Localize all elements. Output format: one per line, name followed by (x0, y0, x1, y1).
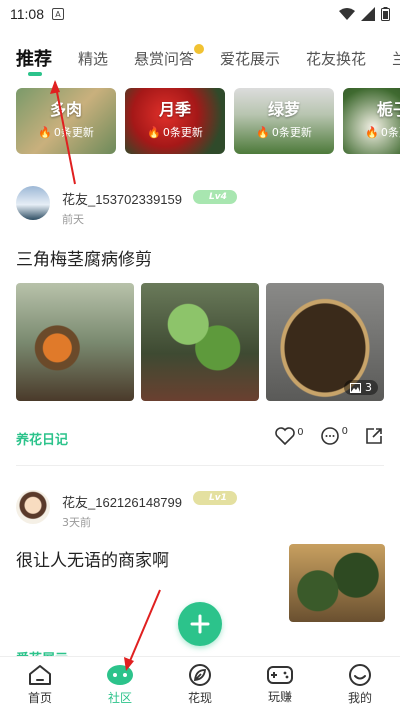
nav-home[interactable]: 首页 (0, 657, 80, 712)
post-username[interactable]: 花友_162126148799 (62, 492, 182, 511)
bottom-nav: 首页 社区 花现 玩赚 我的 (0, 656, 400, 712)
post-title[interactable]: 很让人无语的商家啊 (16, 546, 169, 571)
share-button[interactable] (364, 426, 384, 446)
tab-bounty-qa[interactable]: 悬赏问答 (134, 43, 205, 69)
fire-icon: 🔥 (256, 126, 270, 139)
topic-cards: 多肉 🔥0条更新 月季 🔥0条更新 绿萝 🔥0条更新 栀子 🔥0条更新 (16, 88, 400, 154)
category-tabs: 推荐 精选 悬赏问答 爱花展示 花友换花 兰 (0, 38, 400, 78)
community-icon (107, 665, 133, 685)
share-icon (366, 428, 382, 444)
create-post-button[interactable] (178, 602, 222, 646)
nav-community[interactable]: 社区 (80, 657, 160, 712)
tab-flower-show[interactable]: 爱花展示 (220, 48, 280, 69)
nav-label: 我的 (347, 691, 372, 705)
post-tag[interactable]: 养花日记 (16, 429, 68, 448)
comment-button[interactable]: 0 (320, 426, 348, 446)
post-photo[interactable] (141, 283, 259, 401)
notification-badge: A (52, 8, 64, 20)
level-badge: Lv1 (193, 491, 237, 505)
new-dot (194, 43, 205, 54)
post-card[interactable]: 花友_153702339159 Lv4 前天 三角梅茎腐病修剪 3 养花日记 0… (0, 180, 400, 470)
status-bar: 11:08 A (0, 0, 400, 28)
post-username[interactable]: 花友_153702339159 (62, 189, 182, 208)
nav-label: 社区 (107, 691, 132, 705)
nav-earn[interactable]: 玩赚 (240, 657, 320, 712)
level-badge: Lv4 (193, 190, 237, 204)
topic-card-rose[interactable]: 月季 🔥 0条更新 (125, 88, 225, 154)
status-time: 11:08 (10, 6, 44, 22)
topic-name: 月季 (158, 100, 191, 119)
topic-name: 多肉 (49, 100, 82, 119)
nav-profile[interactable]: 我的 (320, 657, 400, 712)
topic-name: 栀子 (376, 100, 400, 119)
tab-flower-swap[interactable]: 花友换花 (306, 48, 366, 69)
gamepad-icon (267, 666, 293, 684)
post-photo[interactable]: 3 (266, 283, 384, 401)
tab-more[interactable]: 兰 (392, 48, 400, 69)
home-icon (29, 665, 51, 685)
divider (16, 465, 384, 466)
post-time: 3天前 (62, 516, 91, 529)
status-icons (339, 7, 390, 21)
signal-icon (361, 7, 375, 21)
plus-icon (190, 614, 210, 634)
leaf-icon (189, 664, 211, 686)
heart-icon (275, 427, 296, 445)
comment-icon (320, 427, 339, 445)
topic-card-succulent[interactable]: 多肉 🔥 0条更新 (16, 88, 116, 154)
topic-card-pothos[interactable]: 绿萝 🔥 0条更新 (234, 88, 334, 154)
wifi-icon (339, 8, 355, 20)
topic-update: 🔥0条更新 (365, 126, 400, 139)
smile-icon (349, 664, 371, 686)
nav-label: 玩赚 (267, 690, 292, 704)
topic-update: 🔥0条更新 (38, 126, 94, 139)
topic-update: 🔥0条更新 (147, 126, 203, 139)
fire-icon: 🔥 (38, 126, 52, 139)
tab-featured[interactable]: 精选 (78, 48, 108, 69)
nav-label: 花现 (187, 691, 212, 705)
topic-name: 绿萝 (267, 100, 300, 119)
post-actions: 0 0 (275, 426, 384, 446)
avatar[interactable] (16, 490, 50, 524)
image-count-badge: 3 (344, 380, 378, 395)
avatar[interactable] (16, 186, 50, 220)
tab-bounty-qa-label: 悬赏问答 (134, 49, 195, 68)
tab-indicator (28, 72, 42, 76)
fire-icon: 🔥 (365, 126, 379, 139)
nav-discover[interactable]: 花现 (160, 657, 240, 712)
topic-update: 🔥0条更新 (256, 126, 312, 139)
battery-icon (381, 7, 390, 21)
image-icon (350, 382, 361, 393)
topic-card-gardenia[interactable]: 栀子 🔥0条更新 (343, 88, 400, 154)
post-photo[interactable] (289, 544, 385, 622)
nav-label: 首页 (27, 691, 52, 705)
like-button[interactable]: 0 (275, 427, 304, 445)
tab-recommend[interactable]: 推荐 (16, 45, 52, 71)
post-photo[interactable] (16, 283, 134, 401)
fire-icon: 🔥 (147, 126, 161, 139)
post-time: 前天 (62, 213, 84, 226)
post-title[interactable]: 三角梅茎腐病修剪 (16, 245, 152, 270)
